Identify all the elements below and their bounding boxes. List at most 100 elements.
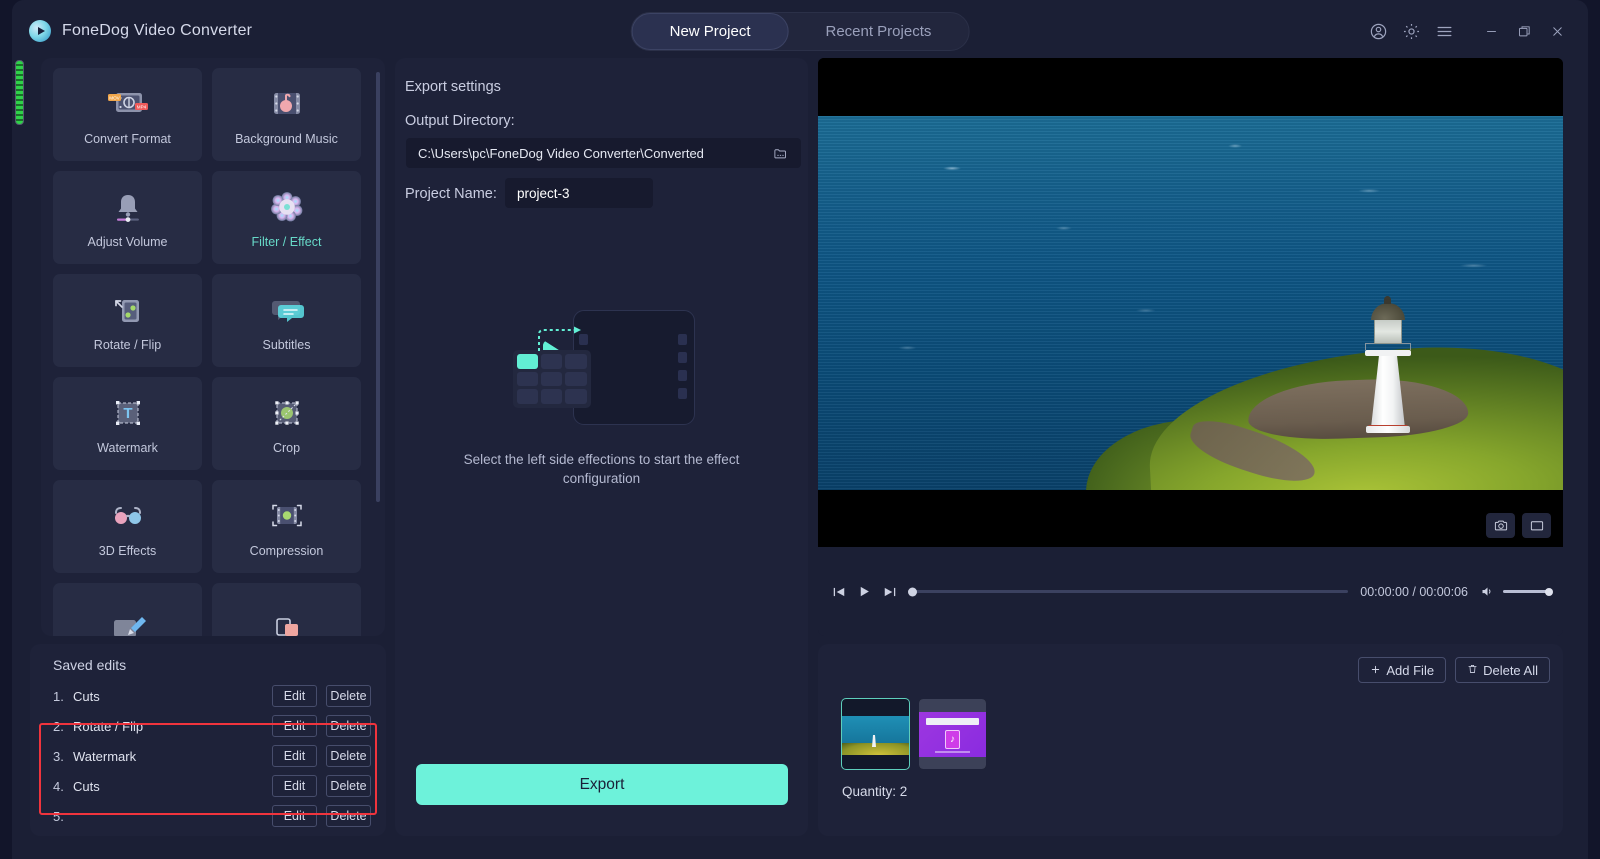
account-icon[interactable] <box>1362 15 1395 48</box>
app-title: FoneDog Video Converter <box>62 22 253 39</box>
tool-compression[interactable]: Compression <box>212 480 361 573</box>
effects-placeholder: Select the left side effections to start… <box>395 308 808 488</box>
subtitles-icon <box>267 289 307 331</box>
tool-filter-effect[interactable]: Filter / Effect <box>212 171 361 264</box>
play-icon[interactable] <box>857 584 872 599</box>
tools-scrollbar[interactable] <box>376 72 380 502</box>
saved-edits-title: Saved edits <box>53 657 127 673</box>
video-overlay-buttons <box>1486 513 1551 538</box>
app-window: FoneDog Video Converter New Project Rece… <box>12 0 1588 859</box>
folder-icon[interactable] <box>772 146 789 161</box>
saved-edit-row: 3. Watermark Edit Delete <box>30 741 386 771</box>
tools-panel: MOV MP4 Convert Format Background Music … <box>41 58 385 636</box>
music-video-thumbnail[interactable]: ♪ <box>919 699 986 769</box>
merge-icon <box>265 605 309 636</box>
previous-icon[interactable] <box>832 585 846 599</box>
edit-button[interactable]: Edit <box>272 685 317 707</box>
tool-background-music[interactable]: Background Music <box>212 68 361 161</box>
row-index: 2. <box>53 718 64 734</box>
arrow-icon <box>537 326 581 351</box>
edit-button[interactable]: Edit <box>272 745 317 767</box>
gear-icon[interactable] <box>1395 15 1428 48</box>
output-directory-field[interactable]: C:\Users\pc\FoneDog Video Converter\Conv… <box>406 138 801 168</box>
files-actions: Add File Delete All <box>1358 657 1550 683</box>
time-display: 00:00:00 / 00:00:06 <box>1360 584 1468 599</box>
tool-label: Watermark <box>97 441 158 455</box>
tool-adjust-volume[interactable]: Adjust Volume <box>53 171 202 264</box>
tab-new-project[interactable]: New Project <box>631 13 789 50</box>
delete-all-button[interactable]: Delete All <box>1455 657 1550 683</box>
watermark-icon: T <box>110 392 146 434</box>
edit-button[interactable]: Edit <box>272 775 317 797</box>
tool-3d-effects[interactable]: 3D Effects <box>53 480 202 573</box>
saved-edit-row: 5. Edit Delete <box>30 801 386 831</box>
letterbox-bottom <box>818 490 1563 547</box>
tool-label: Background Music <box>235 132 338 146</box>
export-settings-heading: Export settings <box>405 79 501 95</box>
row-label: Cuts <box>73 688 100 704</box>
lighthouse-video-thumbnail[interactable] <box>841 698 910 770</box>
seek-handle[interactable] <box>908 587 917 596</box>
row-label: Cuts <box>73 778 100 794</box>
volume-icon[interactable] <box>1480 584 1495 599</box>
tab-recent-projects[interactable]: Recent Projects <box>788 13 968 50</box>
volume-slider[interactable] <box>1503 587 1553 596</box>
window-controls <box>1362 0 1574 62</box>
tool-label: 3D Effects <box>98 544 157 558</box>
saved-edit-row: 2. Rotate / Flip Edit Delete <box>30 711 386 741</box>
tool-convert-format[interactable]: MOV MP4 Convert Format <box>53 68 202 161</box>
add-file-button[interactable]: Add File <box>1358 657 1447 683</box>
crop-icon <box>269 392 305 434</box>
play-circle-logo-icon <box>29 20 51 42</box>
saved-edit-row: 4. Cuts Edit Delete <box>30 771 386 801</box>
delete-button[interactable]: Delete <box>326 805 371 827</box>
video-player[interactable] <box>818 58 1563 547</box>
svg-text:MP4: MP4 <box>136 105 146 110</box>
background-music-icon <box>267 83 307 125</box>
tool-subtitles[interactable]: Subtitles <box>212 274 361 367</box>
tool-label: Subtitles <box>262 338 311 352</box>
tool-rotate-flip[interactable]: Rotate / Flip <box>53 274 202 367</box>
next-icon[interactable] <box>883 585 897 599</box>
volume-handle[interactable] <box>1545 587 1553 596</box>
delete-button[interactable]: Delete <box>326 715 371 737</box>
effects-placeholder-icon <box>507 308 697 428</box>
plus-icon <box>1370 663 1381 678</box>
tool-partial-right[interactable] <box>212 583 361 636</box>
add-file-label: Add File <box>1386 662 1435 678</box>
project-name-value: project-3 <box>517 185 570 201</box>
minimize-icon[interactable] <box>1475 15 1508 48</box>
fullscreen-icon[interactable] <box>1522 513 1551 538</box>
tool-label: Rotate / Flip <box>93 338 162 352</box>
rotate-flip-icon <box>109 289 147 331</box>
tool-label: Convert Format <box>84 132 171 146</box>
enhance-icon <box>106 605 150 636</box>
hamburger-menu-icon[interactable] <box>1428 15 1461 48</box>
export-button[interactable]: Export <box>416 764 788 805</box>
maximize-icon[interactable] <box>1508 15 1541 48</box>
effects-placeholder-text: Select the left side effections to start… <box>463 452 740 486</box>
convert-format-icon: MOV MP4 <box>105 83 151 125</box>
project-name-field[interactable]: project-3 <box>505 178 653 208</box>
letterbox-top <box>818 58 1563 116</box>
export-panel: Export settings Output Directory: C:\Use… <box>395 58 808 836</box>
delete-all-label: Delete All <box>1483 662 1538 678</box>
delete-button[interactable]: Delete <box>326 685 371 707</box>
delete-button[interactable]: Delete <box>326 775 371 797</box>
delete-button[interactable]: Delete <box>326 745 371 767</box>
edit-button[interactable]: Edit <box>272 805 317 827</box>
row-index: 1. <box>53 688 64 704</box>
files-panel: Add File Delete All ♪ Quantity: 2 <box>818 644 1563 836</box>
edit-button[interactable]: Edit <box>272 715 317 737</box>
tool-label: Adjust Volume <box>87 235 168 249</box>
saved-edits-list: 1. Cuts Edit Delete 2. Rotate / Flip Edi… <box>30 681 386 831</box>
tool-watermark[interactable]: T Watermark <box>53 377 202 470</box>
seek-bar[interactable] <box>908 587 1349 596</box>
tool-crop[interactable]: Crop <box>212 377 361 470</box>
close-icon[interactable] <box>1541 15 1574 48</box>
tools-grid: MOV MP4 Convert Format Background Music … <box>53 68 361 636</box>
snapshot-camera-icon[interactable] <box>1486 513 1515 538</box>
tool-partial-left[interactable] <box>53 583 202 636</box>
row-index: 5. <box>53 808 64 824</box>
project-tabs: New Project Recent Projects <box>630 12 970 51</box>
